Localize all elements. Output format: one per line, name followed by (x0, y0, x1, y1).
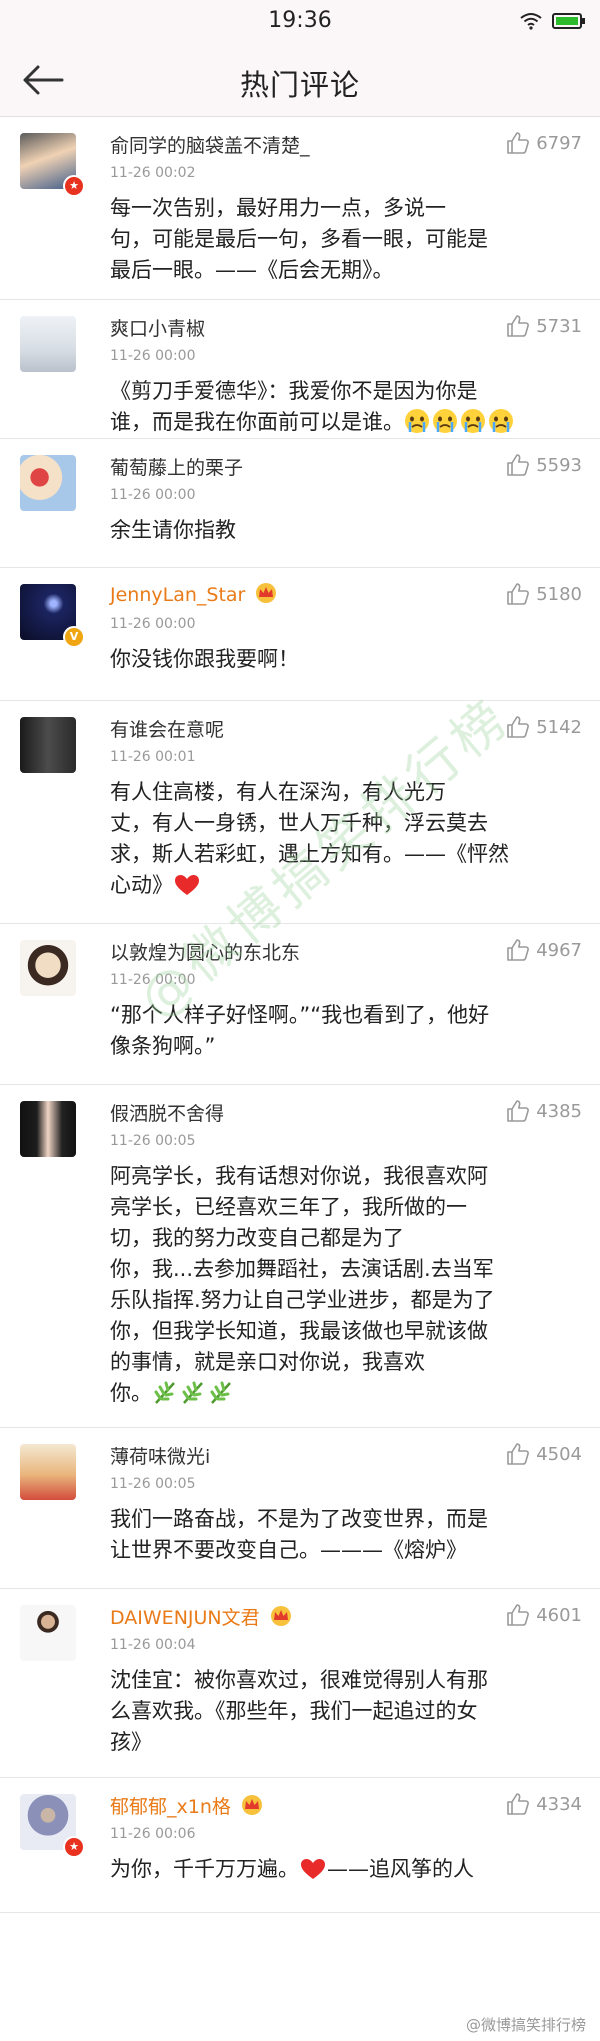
comment-username[interactable]: 葡萄藤上的栗子 (110, 453, 243, 480)
comment-time: 11-26 00:02 (110, 165, 196, 181)
comment-time: 11-26 00:00 (110, 616, 196, 632)
thumbs-up-icon (507, 583, 530, 605)
like-button[interactable]: 4601 (506, 1603, 582, 1627)
comment-text: “那个人样子好怪啊。”“我也看到了，他好 像条狗啊。” (110, 1003, 490, 1058)
comment-text: 有人住高楼，有人在深沟，有人光万 丈，有人一身锈，世人万千种，浮云莫去 求，斯人… (110, 777, 582, 906)
avatar[interactable] (20, 940, 76, 996)
avatar[interactable] (20, 1605, 76, 1661)
comment-item: 以敦煌为圆心的东北东 11-26 00:00 4967 “那个人样子好怪啊。”“… (0, 924, 600, 1085)
comment-time: 11-26 00:00 (110, 348, 196, 364)
comment-item: ★ 俞同学的脑袋盖不清楚_ 11-26 00:02 6797 每一次告别，最好用… (0, 117, 600, 300)
thumbs-up-icon (507, 716, 530, 738)
like-count: 5731 (536, 315, 582, 337)
comment-item: V JennyLan_Star 11-26 00:00 5180 你没钱你跟我要… (0, 568, 600, 701)
like-button[interactable]: 5180 (506, 582, 582, 606)
avatar[interactable] (20, 1101, 76, 1157)
like-count: 5142 (536, 716, 582, 738)
thumbs-up-icon (507, 939, 530, 961)
comment-text: 沈佳宜：被你喜欢过，很难觉得别人有那 么喜欢我。《那些年，我们一起追过的女 孩》 (110, 1668, 488, 1754)
comment-item: 假洒脱不舍得 11-26 00:05 4385 阿亮学长，我有话想对你说，我很喜… (0, 1085, 600, 1428)
comment-text: 阿亮学长，我有话想对你说，我很喜欢阿 亮学长，已经喜欢三年了，我所做的一 切，我… (110, 1161, 582, 1414)
like-count: 4334 (536, 1793, 582, 1815)
comment-username[interactable]: DAIWENJUN文君 (110, 1603, 294, 1630)
like-button[interactable]: 4967 (506, 938, 582, 962)
nav-bar: 热门评论 (0, 44, 600, 117)
comment-time: 11-26 00:04 (110, 1637, 196, 1653)
avatar[interactable] (20, 455, 76, 511)
like-button[interactable]: 4504 (506, 1442, 582, 1466)
like-count: 4601 (536, 1604, 582, 1626)
comment-item: 葡萄藤上的栗子 11-26 00:00 5593 余生请你指教 (0, 439, 600, 568)
verified-badge-icon: ★ (63, 1836, 85, 1858)
like-count: 4967 (536, 939, 582, 961)
like-button[interactable]: 4334 (506, 1792, 582, 1816)
comment-item: 薄荷味微光i 11-26 00:05 4504 我们一路奋战，不是为了改变世界，… (0, 1428, 600, 1589)
vip-crown-icon (256, 583, 277, 603)
like-count: 4385 (536, 1100, 582, 1122)
status-time: 19:36 (268, 8, 332, 33)
vip-crown-icon (270, 1606, 291, 1626)
vip-crown-icon (241, 1795, 262, 1815)
comment-username[interactable]: 薄荷味微光i (110, 1442, 210, 1469)
comment-text: 你没钱你跟我要啊！ (110, 647, 299, 671)
comment-username[interactable]: 假洒脱不舍得 (110, 1099, 224, 1126)
thumbs-up-icon (507, 1793, 530, 1815)
comment-text: 我们一路奋战，不是为了改变世界，而是 让世界不要改变自己。———《熔炉》 (110, 1507, 488, 1562)
thumbs-up-icon (507, 454, 530, 476)
like-button[interactable]: 5731 (506, 314, 582, 338)
comment-time: 11-26 00:00 (110, 487, 196, 503)
thumbs-up-icon (507, 1100, 530, 1122)
like-count: 5180 (536, 583, 582, 605)
thumbs-up-icon (507, 1604, 530, 1626)
avatar[interactable] (20, 1444, 76, 1500)
like-button[interactable]: 4385 (506, 1099, 582, 1123)
like-button[interactable]: 6797 (506, 131, 582, 155)
thumbs-up-icon (507, 1443, 530, 1465)
comment-list: ★ 俞同学的脑袋盖不清楚_ 11-26 00:02 6797 每一次告别，最好用… (0, 117, 600, 1913)
like-count: 4504 (536, 1443, 582, 1465)
like-button[interactable]: 5142 (506, 715, 582, 739)
like-count: 6797 (536, 132, 582, 154)
plant-icon (152, 1379, 236, 1414)
comment-text: 余生请你指教 (110, 518, 236, 542)
thumbs-up-icon (507, 132, 530, 154)
comment-username[interactable]: 以敦煌为圆心的东北东 (110, 938, 300, 965)
comment-text: 为你，千千万万遍。 ——追风筝的人 (110, 1854, 582, 1890)
avatar[interactable] (20, 717, 76, 773)
comment-item: ★ 郁郁郁_x1n格 11-26 00:06 4334 为你，千千万万遍。 ——追… (0, 1778, 600, 1913)
page-title: 热门评论 (239, 68, 360, 102)
comment-username[interactable]: JennyLan_Star (110, 582, 279, 606)
comment-time: 11-26 00:05 (110, 1133, 196, 1149)
thumbs-up-icon (507, 315, 530, 337)
comment-item: 有谁会在意呢 11-26 00:01 5142 有人住高楼，有人在深沟，有人光万… (0, 701, 600, 924)
comment-time: 11-26 00:06 (110, 1826, 196, 1842)
footer-watermark: @微博搞笑排行榜 (465, 2016, 586, 2034)
comment-username[interactable]: 俞同学的脑袋盖不清楚_ (110, 131, 310, 158)
comment-item: DAIWENJUN文君 11-26 00:04 4601 沈佳宜：被你喜欢过，很… (0, 1589, 600, 1778)
wifi-icon (520, 13, 542, 30)
comment-text: 《剪刀手爱德华》：我爱你不是因为你是 谁，而是我在你面前可以是谁。 (110, 376, 582, 443)
comment-time: 11-26 00:00 (110, 972, 196, 988)
like-button[interactable]: 5593 (506, 453, 582, 477)
avatar[interactable] (20, 316, 76, 372)
comment-username[interactable]: 有谁会在意呢 (110, 715, 224, 742)
comment-time: 11-26 00:05 (110, 1476, 196, 1492)
comment-username[interactable]: 爽口小青椒 (110, 314, 205, 341)
battery-icon (552, 13, 585, 29)
like-count: 5593 (536, 454, 582, 476)
heart-icon (299, 1857, 327, 1890)
comment-text-line: 为你，千千万万遍。 ——追风筝的人 (110, 1857, 474, 1881)
comment-text: 每一次告别，最好用力一点，多说一 句，可能是最后一句，多看一眼，可能是 最后一眼… (110, 196, 488, 282)
comment-time: 11-26 00:01 (110, 749, 196, 765)
crying-face-icon (404, 408, 516, 443)
comment-item: 爽口小青椒 11-26 00:00 5731 《剪刀手爱德华》：我爱你不是因为你… (0, 300, 600, 439)
verified-badge-icon: V (63, 626, 85, 648)
verified-badge-icon: ★ (63, 175, 85, 197)
comment-username[interactable]: 郁郁郁_x1n格 (110, 1792, 265, 1819)
heart-icon (173, 873, 201, 906)
status-bar: 19:36 (0, 0, 600, 44)
